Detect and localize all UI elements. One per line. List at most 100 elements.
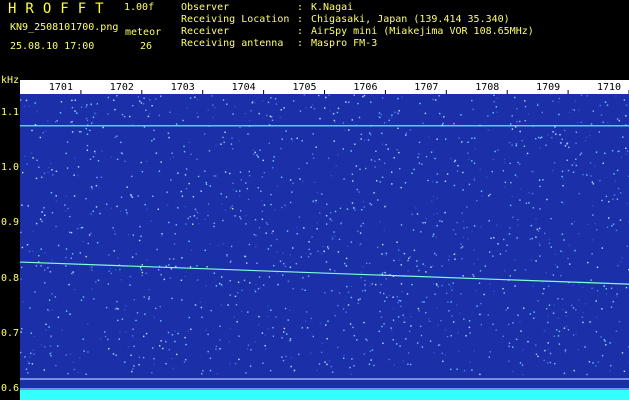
noise-dot — [517, 314, 519, 316]
noise-dot — [562, 185, 564, 187]
noise-dot — [411, 172, 413, 174]
noise-dot — [257, 324, 260, 326]
noise-dot — [582, 321, 584, 324]
noise-dot — [392, 296, 394, 298]
noise-dot — [558, 343, 561, 345]
noise-dot — [77, 166, 80, 168]
noise-dot — [384, 271, 386, 274]
noise-dot — [616, 169, 619, 172]
noise-dot — [219, 282, 221, 285]
noise-dot — [282, 274, 284, 276]
noise-dot — [112, 353, 115, 355]
noise-dot — [402, 314, 404, 316]
noise-dot — [617, 187, 620, 190]
meta-value: Chigasaki, Japan (139.414 35.340) — [311, 14, 510, 25]
noise-dot — [609, 369, 611, 372]
noise-dot — [315, 146, 317, 148]
noise-dot — [52, 174, 54, 176]
noise-dot — [285, 130, 287, 132]
noise-dot — [355, 123, 358, 126]
noise-dot — [234, 295, 237, 298]
noise-dot — [517, 161, 519, 164]
meta-sep: : — [297, 26, 304, 37]
noise-dot — [332, 371, 334, 373]
noise-dot — [293, 371, 295, 373]
noise-dot — [193, 215, 196, 217]
noise-dot — [80, 227, 83, 229]
noise-dot — [207, 333, 209, 336]
meta-row-antenna: Receiving antenna: Maspro FM-3 — [181, 38, 534, 50]
noise-dot — [405, 132, 408, 134]
noise-dot — [565, 311, 567, 313]
noise-dot — [550, 246, 552, 248]
noise-dot — [416, 265, 418, 267]
noise-dot — [425, 271, 427, 273]
noise-dot — [100, 176, 103, 178]
noise-dot — [149, 99, 151, 101]
noise-dot — [514, 96, 516, 99]
spectrogram-plot[interactable]: 1701 1702 1703 1704 1705 1706 1707 1708 1709 1710 — [20, 80, 629, 400]
noise-dot — [151, 105, 153, 107]
noise-dot — [20, 331, 22, 333]
noise-dot — [356, 188, 358, 191]
noise-dot — [391, 171, 393, 173]
noise-dot — [479, 313, 481, 316]
noise-dot — [356, 339, 358, 341]
noise-dot — [441, 220, 443, 223]
noise-dot — [625, 147, 627, 149]
noise-dot — [335, 165, 337, 167]
noise-dot — [381, 143, 384, 145]
noise-dot — [398, 110, 400, 112]
noise-dot — [139, 225, 141, 228]
noise-dot — [374, 160, 376, 162]
noise-dot — [272, 327, 274, 329]
noise-dot — [316, 222, 318, 224]
noise-dot — [388, 294, 391, 297]
noise-dot — [189, 216, 191, 218]
noise-dot — [143, 296, 145, 298]
noise-dot — [592, 205, 594, 207]
noise-dot — [80, 299, 83, 301]
noise-dot — [177, 207, 179, 209]
noise-dot — [289, 338, 292, 340]
noise-dot — [181, 195, 184, 197]
noise-dot — [270, 193, 272, 196]
noise-dot — [525, 154, 528, 156]
noise-dot — [97, 279, 100, 281]
noise-dot — [563, 327, 566, 329]
noise-dot — [355, 165, 358, 167]
noise-dot — [480, 190, 483, 192]
noise-dot — [36, 111, 38, 113]
noise-dot — [512, 370, 514, 373]
noise-dot — [533, 311, 535, 313]
noise-dot — [79, 252, 81, 254]
noise-dot — [427, 136, 430, 139]
noise-dot — [563, 239, 565, 241]
noise-dot — [519, 130, 521, 133]
noise-dot — [120, 279, 122, 281]
noise-dot — [439, 112, 441, 115]
noise-dot — [35, 265, 38, 267]
noise-dot — [548, 285, 550, 287]
noise-dot — [337, 107, 340, 110]
noise-dot — [530, 224, 533, 227]
noise-dot — [349, 366, 351, 369]
noise-dot — [246, 348, 248, 350]
noise-dot — [354, 209, 356, 211]
noise-dot — [563, 203, 565, 205]
noise-dot — [424, 221, 426, 224]
noise-dot — [605, 195, 608, 198]
noise-dot — [436, 212, 438, 215]
noise-dot — [393, 259, 395, 262]
noise-dot — [235, 190, 238, 192]
noise-dot — [272, 335, 275, 337]
noise-dot — [461, 246, 464, 248]
noise-dot — [553, 335, 555, 337]
noise-dot — [521, 140, 523, 142]
noise-dot — [450, 158, 452, 160]
noise-dot — [135, 319, 137, 322]
noise-dot — [307, 275, 310, 277]
noise-dot — [360, 138, 362, 140]
noise-dot — [47, 309, 49, 311]
noise-dot — [105, 306, 108, 309]
